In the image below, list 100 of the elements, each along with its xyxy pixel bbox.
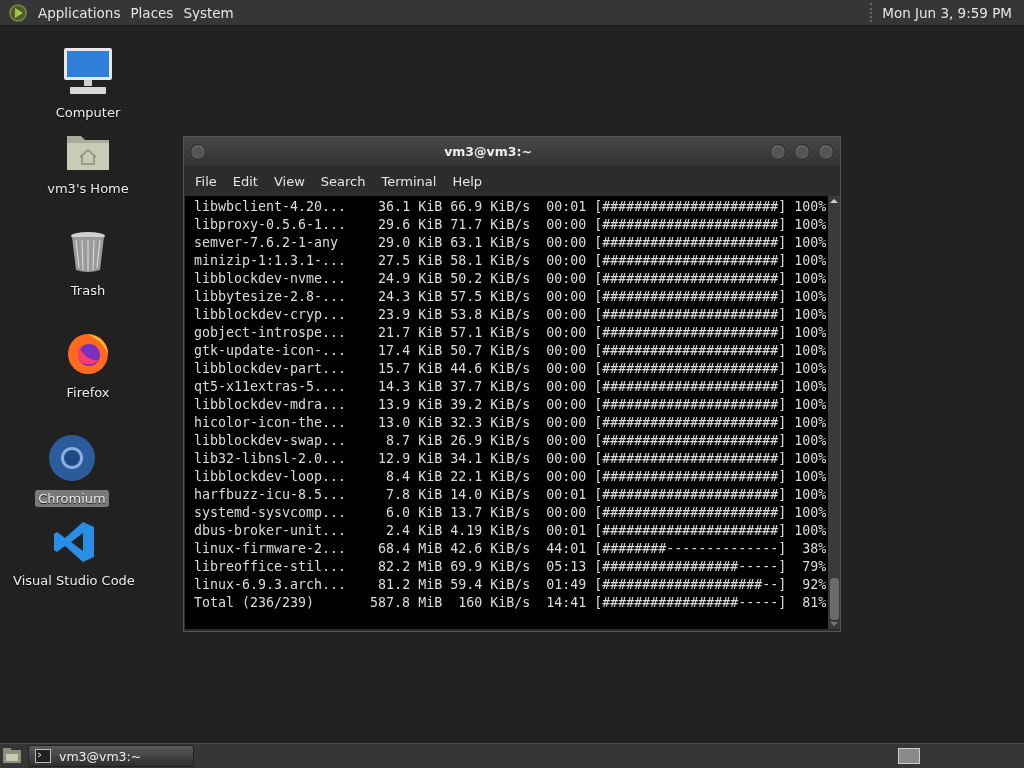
desktop-icon-label[interactable]: Trash bbox=[67, 282, 109, 299]
menu-item[interactable]: Search bbox=[312, 173, 374, 189]
terminal-text: semver-7.6.2-1-any bbox=[194, 234, 340, 252]
terminal-text: 2.4 KiB bbox=[385, 522, 443, 540]
terminal-text: 00:00 bbox=[546, 468, 587, 486]
clock[interactable]: Mon Jun 3, 9:59 PM bbox=[882, 4, 1012, 21]
vscode-icon[interactable] bbox=[52, 520, 96, 564]
terminal-icon bbox=[35, 749, 51, 763]
scrollbar[interactable] bbox=[828, 196, 840, 629]
terminal-text: 100% bbox=[793, 360, 827, 378]
terminal-text: 71.7 KiB/s bbox=[449, 216, 531, 234]
terminal-text: [######################] bbox=[594, 198, 787, 216]
terminal-text: 100% bbox=[793, 216, 827, 234]
terminal-text: 00:00 bbox=[546, 234, 587, 252]
terminal-text: 100% bbox=[793, 234, 827, 252]
terminal-text: 38% bbox=[801, 540, 827, 558]
terminal-text: dbus-broker-unit... bbox=[194, 522, 348, 540]
terminal-text: 14:41 bbox=[546, 594, 587, 612]
terminal-text: 100% bbox=[793, 270, 827, 288]
terminal-text: libproxy-0.5.6-1... bbox=[194, 216, 348, 234]
terminal-text: [######################] bbox=[594, 522, 787, 540]
terminal-text: 100% bbox=[793, 450, 827, 468]
scrollbar-thumb[interactable] bbox=[829, 578, 839, 620]
menu-item[interactable]: View bbox=[265, 173, 313, 189]
terminal-text: 66.9 KiB/s bbox=[449, 198, 531, 216]
terminal-text: linux-6.9.3.arch... bbox=[194, 576, 348, 594]
terminal-text: gtk-update-icon-... bbox=[194, 342, 348, 360]
terminal-text: [#################-----] bbox=[594, 594, 787, 612]
terminal-text: 100% bbox=[793, 432, 827, 450]
terminal-text: 24.3 KiB bbox=[377, 288, 443, 306]
terminal-text: 12.9 KiB bbox=[377, 450, 443, 468]
menu-icon[interactable] bbox=[8, 2, 28, 23]
terminal-text: 13.7 KiB/s bbox=[449, 504, 531, 522]
terminal-text: 14.3 KiB bbox=[377, 378, 443, 396]
terminal-text: 29.6 KiB bbox=[377, 216, 443, 234]
terminal-text: 100% bbox=[793, 198, 827, 216]
terminal-text: 00:00 bbox=[546, 360, 587, 378]
terminal-text: libblockdev-mdra... bbox=[194, 396, 348, 414]
terminal-text: libreoffice-stil... bbox=[194, 558, 348, 576]
terminal-text: 53.8 KiB/s bbox=[449, 306, 531, 324]
workspace-switcher[interactable] bbox=[898, 748, 920, 764]
terminal-text: 81.2 MiB bbox=[377, 576, 443, 594]
desktop-icon-label[interactable]: Computer bbox=[52, 104, 124, 121]
terminal-text: 100% bbox=[793, 306, 827, 324]
terminal-text: 8.7 KiB bbox=[385, 432, 443, 450]
trash-can-icon[interactable] bbox=[68, 230, 108, 274]
maximize-button[interactable] bbox=[794, 143, 810, 160]
terminal-text: 00:00 bbox=[546, 324, 587, 342]
terminal-text: 29.0 KiB bbox=[377, 234, 443, 252]
minimize-button[interactable] bbox=[770, 143, 786, 160]
desktop-icon-label[interactable]: Firefox bbox=[63, 384, 113, 401]
window-menu-button[interactable] bbox=[190, 143, 206, 160]
terminal-text: [######################] bbox=[594, 216, 787, 234]
terminal-text: 26.9 KiB/s bbox=[449, 432, 531, 450]
terminal-text: minizip-1:1.3.1-... bbox=[194, 252, 348, 270]
terminal-text: 7.8 KiB bbox=[385, 486, 443, 504]
terminal-text: 27.5 KiB bbox=[377, 252, 443, 270]
menu-item[interactable]: File bbox=[187, 173, 225, 189]
terminal-text: 81% bbox=[801, 594, 827, 612]
terminal-text: libblockdev-loop... bbox=[194, 468, 348, 486]
terminal-text: 100% bbox=[793, 468, 827, 486]
terminal-text: 44.6 KiB/s bbox=[449, 360, 531, 378]
terminal-text: hicolor-icon-the... bbox=[194, 414, 348, 432]
terminal-text: libblockdev-nvme... bbox=[194, 270, 348, 288]
menu-item[interactable]: Edit bbox=[224, 173, 266, 189]
terminal-text: 21.7 KiB bbox=[377, 324, 443, 342]
chromium-icon[interactable] bbox=[48, 434, 96, 482]
menu-item[interactable]: Help bbox=[444, 173, 491, 189]
terminal-text: 100% bbox=[793, 324, 827, 342]
terminal-text: 57.5 KiB/s bbox=[449, 288, 531, 306]
terminal-text: 13.0 KiB bbox=[377, 414, 443, 432]
terminal-text: 15.7 KiB bbox=[377, 360, 443, 378]
monitor-icon[interactable] bbox=[62, 46, 114, 96]
terminal-text: 00:01 bbox=[546, 522, 587, 540]
close-button[interactable] bbox=[818, 143, 834, 160]
terminal-text: [########--------------] bbox=[594, 540, 787, 558]
desktop-icon-label[interactable]: vm3's Home bbox=[44, 180, 132, 197]
terminal-text: 00:00 bbox=[546, 432, 587, 450]
terminal-text: libbytesize-2.8-... bbox=[194, 288, 348, 306]
terminal-text: lib32-libnsl-2.0... bbox=[194, 450, 348, 468]
menu-item[interactable]: Terminal bbox=[373, 173, 445, 189]
panel-menu[interactable]: Applications bbox=[38, 4, 121, 21]
panel-menu[interactable]: System bbox=[183, 4, 234, 21]
terminal-text: 59.4 KiB/s bbox=[449, 576, 531, 594]
terminal-text: 00:00 bbox=[546, 414, 587, 432]
taskbar-button[interactable]: vm3@vm3:~ bbox=[28, 745, 194, 767]
show-desktop-icon[interactable] bbox=[2, 747, 22, 765]
terminal-text: 37.7 KiB/s bbox=[449, 378, 531, 396]
terminal-text: 22.1 KiB/s bbox=[449, 468, 531, 486]
terminal-text: 100% bbox=[793, 396, 827, 414]
terminal-text: 00:00 bbox=[546, 504, 587, 522]
terminal-text: 100% bbox=[793, 288, 827, 306]
terminal-text: [######################] bbox=[594, 378, 787, 396]
terminal-text: 36.1 KiB bbox=[377, 198, 443, 216]
desktop-icon-label[interactable]: Chromium bbox=[35, 490, 109, 507]
terminal-text: [######################] bbox=[594, 450, 787, 468]
terminal-text: 00:00 bbox=[546, 450, 587, 468]
desktop-icon-label[interactable]: Visual Studio Code bbox=[10, 572, 138, 589]
panel-menu[interactable]: Places bbox=[130, 4, 174, 21]
terminal-text: 32.3 KiB/s bbox=[449, 414, 531, 432]
